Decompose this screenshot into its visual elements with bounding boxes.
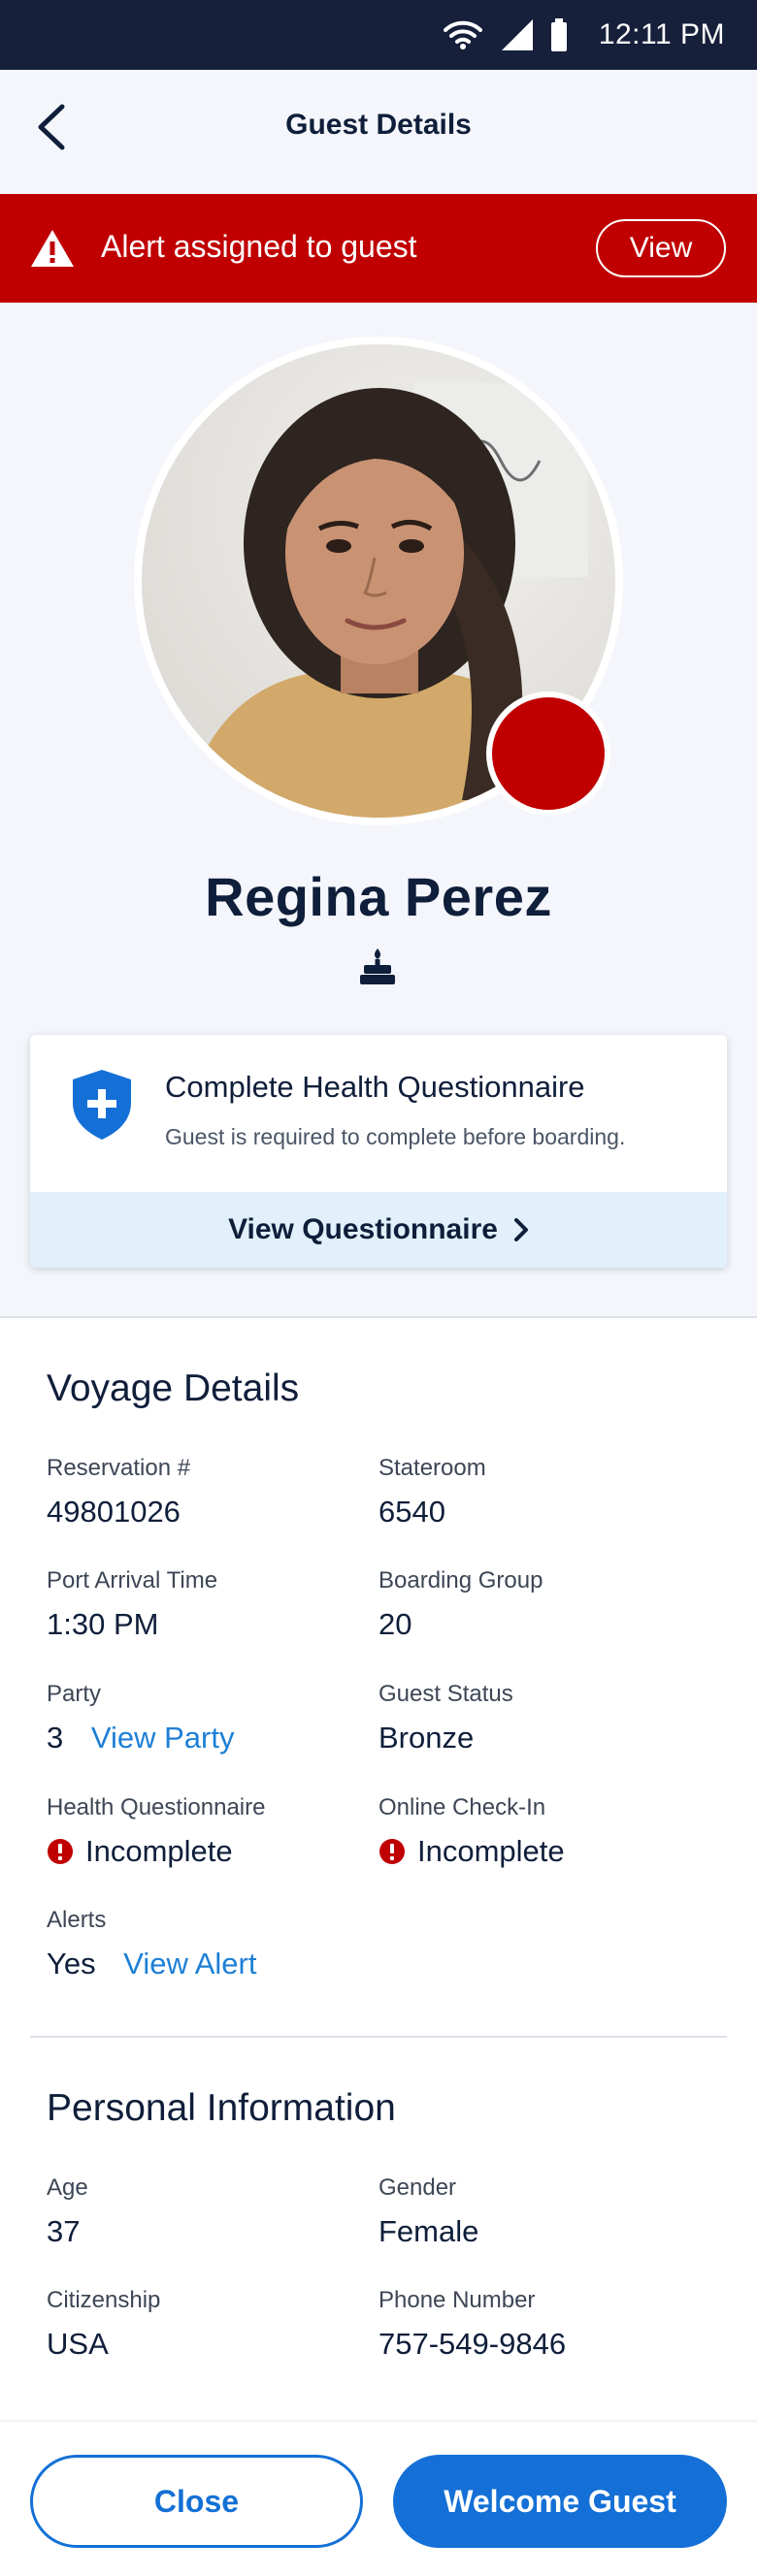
boarding-group-label: Boarding Group bbox=[378, 1567, 543, 1594]
view-questionnaire-label: View Questionnaire bbox=[228, 1213, 498, 1245]
alerts-label: Alerts bbox=[47, 1907, 107, 1933]
shield-plus-icon bbox=[73, 1070, 131, 1140]
alert-view-button[interactable]: View bbox=[596, 219, 726, 277]
phone-value: 757-549-9846 bbox=[378, 2327, 567, 2361]
alerts-field: Yes View Alert bbox=[47, 1947, 256, 1981]
gender-value: Female bbox=[378, 2214, 479, 2248]
alert-text: Alert assigned to guest bbox=[101, 229, 417, 264]
party-count: 3 bbox=[47, 1721, 64, 1755]
footer-divider bbox=[0, 2420, 757, 2424]
health-questionnaire-field: Incomplete bbox=[47, 1834, 233, 1869]
personal-info-title: Personal Information bbox=[47, 2087, 396, 2129]
online-checkin-value: Incomplete bbox=[417, 1834, 565, 1868]
online-checkin-label: Online Check-In bbox=[378, 1794, 546, 1820]
birthday-cake-icon bbox=[360, 949, 395, 984]
section-divider bbox=[30, 2036, 727, 2038]
age-value: 37 bbox=[47, 2214, 81, 2248]
voyage-details-title: Voyage Details bbox=[47, 1368, 300, 1409]
health-questionnaire-card: Complete Health Questionnaire Guest is r… bbox=[30, 1035, 727, 1268]
view-party-link[interactable]: View Party bbox=[91, 1721, 235, 1755]
health-questionnaire-label: Health Questionnaire bbox=[47, 1794, 266, 1820]
boarding-group-value: 20 bbox=[378, 1607, 412, 1641]
health-questionnaire-value: Incomplete bbox=[85, 1834, 233, 1868]
reservation-label: Reservation # bbox=[47, 1455, 191, 1481]
warning-icon bbox=[31, 230, 74, 267]
guest-status-label: Guest Status bbox=[378, 1681, 513, 1707]
port-arrival-value: 1:30 PM bbox=[47, 1607, 159, 1641]
gender-label: Gender bbox=[378, 2174, 457, 2201]
citizenship-value: USA bbox=[47, 2327, 109, 2361]
status-time: 12:11 PM bbox=[598, 18, 725, 50]
alert-banner: Alert assigned to guest View bbox=[0, 194, 757, 303]
stateroom-label: Stateroom bbox=[378, 1455, 486, 1481]
port-arrival-label: Port Arrival Time bbox=[47, 1567, 218, 1594]
welcome-guest-button[interactable]: Welcome Guest bbox=[393, 2455, 727, 2548]
alerts-value: Yes bbox=[47, 1947, 96, 1980]
close-button[interactable]: Close bbox=[30, 2455, 363, 2548]
guest-status-indicator bbox=[486, 692, 610, 816]
reservation-value: 49801026 bbox=[47, 1495, 181, 1529]
chevron-right-icon bbox=[513, 1218, 528, 1241]
status-bar: 12:11 PM bbox=[0, 0, 757, 70]
error-circle-icon bbox=[48, 1838, 73, 1864]
health-card-subtitle: Guest is required to complete before boa… bbox=[165, 1124, 626, 1149]
profile-area: Regina Perez Complete Health Questionnai… bbox=[0, 303, 757, 1317]
view-questionnaire-button[interactable]: View Questionnaire bbox=[30, 1192, 727, 1268]
section-divider bbox=[0, 1316, 757, 1318]
header: Guest Details bbox=[0, 70, 757, 194]
online-checkin-field: Incomplete bbox=[378, 1834, 565, 1869]
party-field: 3 View Party bbox=[47, 1721, 234, 1755]
phone-label: Phone Number bbox=[378, 2287, 536, 2313]
party-label: Party bbox=[47, 1681, 102, 1707]
wifi-icon bbox=[443, 20, 482, 49]
age-label: Age bbox=[47, 2174, 88, 2201]
page-title: Guest Details bbox=[285, 109, 472, 141]
guest-name: Regina Perez bbox=[205, 866, 552, 927]
health-card-title: Complete Health Questionnaire bbox=[165, 1070, 585, 1104]
guest-status-value: Bronze bbox=[378, 1721, 475, 1755]
error-circle-icon bbox=[379, 1838, 405, 1864]
cellular-icon bbox=[500, 19, 533, 50]
view-alert-link[interactable]: View Alert bbox=[123, 1947, 256, 1980]
stateroom-value: 6540 bbox=[378, 1495, 445, 1529]
citizenship-label: Citizenship bbox=[47, 2287, 161, 2313]
battery-icon bbox=[550, 18, 568, 51]
